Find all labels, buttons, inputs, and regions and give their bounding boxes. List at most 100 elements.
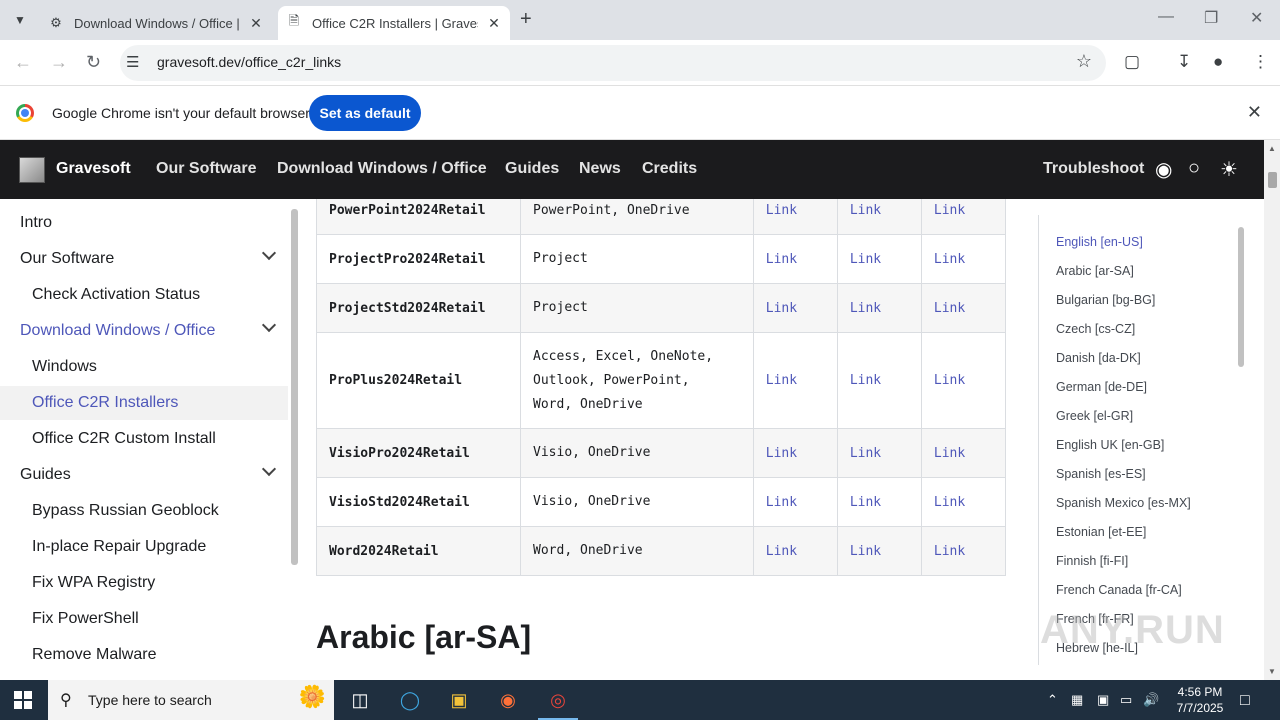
toc-item[interactable]: Estonian [et-EE] bbox=[1056, 525, 1146, 539]
toc-scrollbar[interactable] bbox=[1236, 215, 1246, 665]
file-explorer-icon[interactable]: ▣ bbox=[445, 686, 473, 714]
download-link[interactable]: Link bbox=[766, 252, 797, 267]
toc-item[interactable]: Danish [da-DK] bbox=[1056, 351, 1141, 365]
download-link[interactable]: Link bbox=[850, 301, 881, 316]
sidebar-item-check-activation[interactable]: Check Activation Status bbox=[0, 278, 288, 312]
download-link[interactable]: Link bbox=[850, 252, 881, 267]
scroll-down-icon[interactable]: ▼ bbox=[1268, 667, 1276, 676]
chevron-up-icon[interactable]: ⌃ bbox=[1047, 692, 1058, 708]
download-link[interactable]: Link bbox=[766, 495, 797, 510]
scroll-up-icon[interactable]: ▲ bbox=[1268, 144, 1276, 153]
nav-credits[interactable]: Credits bbox=[642, 160, 697, 178]
bookmark-star-icon[interactable]: ☆ bbox=[1076, 51, 1092, 72]
tab-search-button[interactable]: ▼ bbox=[8, 8, 32, 32]
sidebar-item-office-c2r-custom[interactable]: Office C2R Custom Install bbox=[0, 422, 288, 456]
network-icon[interactable]: ▭ bbox=[1120, 692, 1132, 708]
download-link[interactable]: Link bbox=[766, 373, 797, 388]
discord-icon[interactable]: ◉ bbox=[1155, 157, 1172, 182]
reload-icon[interactable]: ↻ bbox=[86, 52, 101, 73]
toc-item[interactable]: Spanish [es-ES] bbox=[1056, 467, 1146, 481]
nav-our-software[interactable]: Our Software bbox=[156, 160, 256, 178]
download-link[interactable]: Link bbox=[850, 373, 881, 388]
download-link[interactable]: Link bbox=[934, 495, 965, 510]
sidebar-scrollbar[interactable] bbox=[289, 199, 300, 680]
sidebar-item-download-windows-office[interactable]: Download Windows / Office bbox=[0, 314, 288, 348]
sidebar-item-windows[interactable]: Windows bbox=[0, 350, 288, 384]
scrollbar-thumb[interactable] bbox=[1238, 227, 1244, 367]
toc-item[interactable]: Czech [cs-CZ] bbox=[1056, 322, 1135, 336]
color-tiles-icon[interactable]: ▦ bbox=[1071, 692, 1083, 708]
download-link[interactable]: Link bbox=[766, 203, 797, 218]
toc-item[interactable]: Spanish Mexico [es-MX] bbox=[1056, 496, 1191, 510]
close-window-icon[interactable]: ✕ bbox=[1250, 8, 1263, 28]
close-icon[interactable]: ✕ bbox=[1247, 102, 1262, 123]
close-tab-icon[interactable]: ✕ bbox=[248, 15, 264, 32]
tab-download-windows[interactable]: ⚙ Download Windows / Office | M ✕ bbox=[40, 6, 278, 40]
gravesoft-logo[interactable] bbox=[19, 157, 45, 183]
toc-item[interactable]: English UK [en-GB] bbox=[1056, 438, 1164, 452]
sidebar-item-office-c2r-installers[interactable]: Office C2R Installers bbox=[0, 386, 288, 420]
download-link[interactable]: Link bbox=[850, 544, 881, 559]
sidebar-item-guides[interactable]: Guides bbox=[0, 458, 288, 492]
download-link[interactable]: Link bbox=[850, 203, 881, 218]
firefox-icon[interactable]: ◉ bbox=[494, 686, 522, 714]
edge-icon[interactable]: ◯ bbox=[396, 686, 424, 714]
toc-item[interactable]: Greek [el-GR] bbox=[1056, 409, 1133, 423]
clock[interactable]: 4:56 PM 7/7/2025 bbox=[1168, 684, 1232, 716]
download-link[interactable]: Link bbox=[934, 373, 965, 388]
download-link[interactable]: Link bbox=[850, 495, 881, 510]
url-text[interactable]: gravesoft.dev/office_c2r_links bbox=[157, 54, 341, 70]
nav-troubleshoot[interactable]: Troubleshoot bbox=[1043, 160, 1144, 178]
toc-item[interactable]: Arabic [ar-SA] bbox=[1056, 264, 1134, 278]
sidebar-item-fix-wpa[interactable]: Fix WPA Registry bbox=[0, 566, 288, 600]
download-link[interactable]: Link bbox=[934, 446, 965, 461]
chrome-taskbar-icon[interactable]: ◎ bbox=[538, 686, 578, 720]
sidebar-item-inplace-repair[interactable]: In-place Repair Upgrade bbox=[0, 530, 288, 564]
theme-toggle-icon[interactable]: ☀ bbox=[1220, 157, 1238, 182]
scrollbar-thumb[interactable] bbox=[291, 209, 298, 565]
site-info-icon[interactable]: ☰ bbox=[126, 53, 139, 71]
download-link[interactable]: Link bbox=[766, 301, 797, 316]
sidebar-item-fix-powershell[interactable]: Fix PowerShell bbox=[0, 602, 288, 636]
chevron-down-icon[interactable] bbox=[261, 317, 277, 333]
close-tab-icon[interactable]: ✕ bbox=[486, 15, 502, 32]
device-icon[interactable]: ▣ bbox=[1097, 692, 1109, 708]
notification-icon[interactable]: □ bbox=[1240, 692, 1250, 710]
toc-item[interactable]: Finnish [fi-FI] bbox=[1056, 554, 1128, 568]
sidebar-item-remove-malware[interactable]: Remove Malware bbox=[0, 638, 288, 672]
profile-icon[interactable]: ● bbox=[1213, 52, 1223, 72]
download-link[interactable]: Link bbox=[934, 301, 965, 316]
download-icon[interactable]: ↧ bbox=[1177, 52, 1191, 72]
minimize-icon[interactable]: — bbox=[1158, 8, 1174, 26]
download-link[interactable]: Link bbox=[934, 203, 965, 218]
volume-icon[interactable]: 🔊 bbox=[1143, 692, 1159, 708]
forward-icon[interactable]: → bbox=[50, 52, 68, 73]
nav-news[interactable]: News bbox=[579, 160, 621, 178]
page-scrollbar[interactable]: ▲ ▼ bbox=[1264, 140, 1280, 680]
windows-start-icon[interactable] bbox=[14, 691, 32, 709]
taskbar-search[interactable]: ⚲ Type here to search 🌼 bbox=[48, 680, 334, 720]
restore-icon[interactable]: ❐ bbox=[1204, 8, 1218, 28]
download-link[interactable]: Link bbox=[934, 544, 965, 559]
sidebar-item-our-software[interactable]: Our Software bbox=[0, 242, 288, 276]
toc-item[interactable]: English [en-US] bbox=[1056, 235, 1143, 249]
new-tab-icon[interactable]: + bbox=[520, 8, 532, 31]
sidebar-item-intro[interactable]: Intro bbox=[0, 206, 288, 240]
download-link[interactable]: Link bbox=[934, 252, 965, 267]
task-view-icon[interactable]: ◫ bbox=[346, 686, 374, 714]
chevron-down-icon[interactable] bbox=[261, 245, 277, 261]
extensions-icon[interactable]: ▢ bbox=[1124, 52, 1140, 72]
toc-item[interactable]: French Canada [fr-CA] bbox=[1056, 583, 1182, 597]
brand-link[interactable]: Gravesoft bbox=[56, 160, 131, 178]
set-as-default-button[interactable]: Set as default bbox=[309, 95, 421, 131]
toc-item[interactable]: Bulgarian [bg-BG] bbox=[1056, 293, 1155, 307]
tab-office-c2r[interactable]: 🗎 Office C2R Installers | Gravesoft ✕ bbox=[278, 6, 510, 40]
download-link[interactable]: Link bbox=[850, 446, 881, 461]
github-icon[interactable]: ○ bbox=[1188, 157, 1200, 180]
download-link[interactable]: Link bbox=[766, 544, 797, 559]
scrollbar-thumb[interactable] bbox=[1268, 172, 1277, 188]
download-link[interactable]: Link bbox=[766, 446, 797, 461]
toc-item[interactable]: German [de-DE] bbox=[1056, 380, 1147, 394]
menu-icon[interactable]: ⋮ bbox=[1252, 52, 1269, 72]
address-bar[interactable]: ☰ gravesoft.dev/office_c2r_links ☆ bbox=[120, 45, 1106, 81]
